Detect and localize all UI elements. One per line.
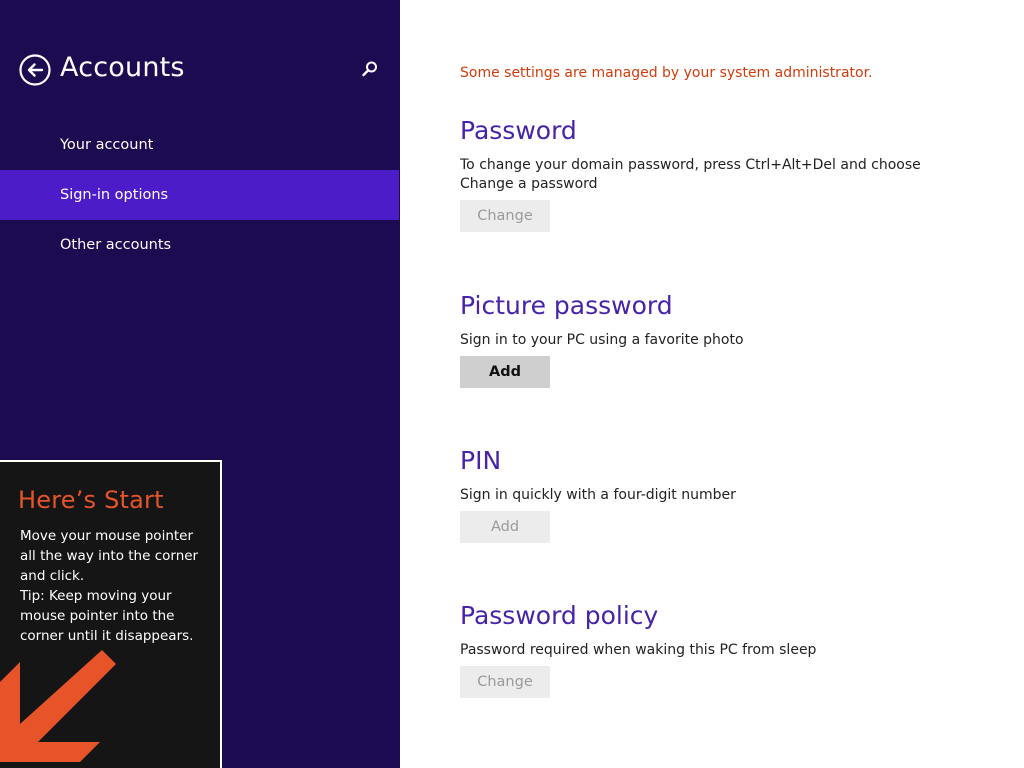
pin-section: PIN Sign in quickly with a four-digit nu… <box>460 444 1000 543</box>
back-arrow-circle-icon <box>19 54 51 86</box>
section-description: Password required when waking this PC fr… <box>460 642 817 658</box>
tip-line: corner until it disappears. <box>20 628 194 644</box>
picture-password-section: Picture password Sign in to your PC usin… <box>460 289 1000 388</box>
section-heading: Picture password <box>460 291 673 320</box>
section-heading: PIN <box>460 446 502 475</box>
password-policy-change-button: Change <box>460 666 550 698</box>
tip-line: all the way into the corner <box>20 548 199 564</box>
password-section: Password To change your domain password,… <box>460 114 1000 232</box>
admin-notice: Some settings are managed by your system… <box>460 65 873 81</box>
nav-item-label: Other accounts <box>60 237 172 253</box>
section-description: Sign in quickly with a four-digit number <box>460 487 736 503</box>
nav-item-your-account[interactable]: Your account <box>0 120 399 170</box>
nav-item-sign-in-options[interactable]: Sign-in options <box>0 170 399 220</box>
section-description: To change your domain password, press Ct… <box>460 157 921 192</box>
tip-line: and click. <box>20 568 85 584</box>
settings-content: Some settings are managed by your system… <box>460 0 1000 768</box>
nav-item-other-accounts[interactable]: Other accounts <box>0 220 399 270</box>
back-button[interactable] <box>19 54 51 86</box>
section-description: Sign in to your PC using a favorite phot… <box>460 332 744 348</box>
nav-item-label: Your account <box>60 137 154 153</box>
search-icon <box>362 61 377 77</box>
section-heading: Password <box>460 116 577 145</box>
tip-line: Tip: Keep moving your <box>20 588 172 604</box>
corner-arrow-icon <box>0 650 116 762</box>
tip-line: mouse pointer into the <box>20 608 175 624</box>
pin-add-button: Add <box>460 511 550 543</box>
search-button[interactable] <box>361 60 379 78</box>
tip-body: Move your mouse pointer all the way into… <box>20 526 210 646</box>
page-title: Accounts <box>60 52 185 83</box>
tip-line: Move your mouse pointer <box>20 528 194 544</box>
picture-password-add-button[interactable]: Add <box>460 356 550 388</box>
password-change-button: Change <box>460 200 550 232</box>
section-heading: Password policy <box>460 601 659 630</box>
nav-item-label: Sign-in options <box>60 187 169 203</box>
password-policy-section: Password policy Password required when w… <box>460 599 1000 698</box>
tip-title: Here’s Start <box>18 486 164 514</box>
start-tip-callout: Here’s Start Move your mouse pointer all… <box>0 460 222 768</box>
